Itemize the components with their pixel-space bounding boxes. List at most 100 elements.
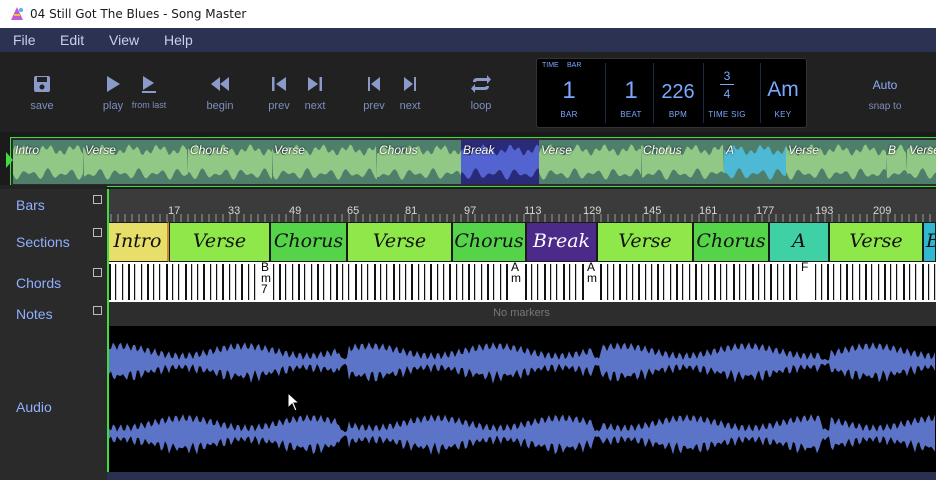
- chord-beat-line: [833, 264, 835, 300]
- overview-section-name: Verse: [541, 143, 572, 157]
- save-button[interactable]: save: [22, 52, 62, 132]
- timesig-top: 3: [723, 69, 731, 83]
- prev-marker-button[interactable]: prev: [357, 52, 391, 132]
- loop-icon: [471, 75, 491, 93]
- section-block[interactable]: Chorus: [693, 222, 769, 262]
- section-block[interactable]: Intro: [107, 222, 169, 262]
- sections-track[interactable]: Intro Verse Chorus Verse Chorus Break Verse Cho…: [107, 222, 936, 262]
- menu-file[interactable]: File: [13, 32, 36, 48]
- overview-section[interactable]: Chorus: [641, 140, 725, 184]
- sections-toggle-checkbox[interactable]: [93, 228, 102, 237]
- chord-beat-line: [367, 264, 369, 300]
- horizontal-scrollbar[interactable]: [107, 472, 936, 480]
- bar-ruler[interactable]: 17 33 49 65 81 97 113 129 145 161 177 193 209: [107, 189, 936, 222]
- chord-label[interactable]: Am: [587, 261, 597, 284]
- chord-beat-line: [336, 264, 338, 300]
- chords-track[interactable]: Bm7 Am Am F: [107, 261, 936, 302]
- chord-beat-line: [663, 264, 665, 300]
- chord-beat-line: [878, 264, 880, 300]
- chord-beat-line: [248, 264, 250, 300]
- audio-track-label[interactable]: Audio: [0, 326, 107, 480]
- chord-beat-line: [770, 264, 772, 300]
- overview-section[interactable]: Intro: [13, 140, 84, 184]
- section-block[interactable]: Chorus: [452, 222, 526, 262]
- chord-beat-line: [443, 264, 445, 300]
- play-button[interactable]: play: [95, 52, 131, 132]
- overview-section[interactable]: Break: [461, 140, 540, 184]
- overview-section[interactable]: Chorus: [188, 140, 273, 184]
- chord-beat-line: [474, 264, 476, 300]
- notes-track[interactable]: No markers: [107, 302, 936, 326]
- snap-to-button[interactable]: Auto snap to: [860, 52, 910, 132]
- section-name: Intro: [113, 230, 162, 252]
- overview-section[interactable]: Verse: [786, 140, 887, 184]
- prev-bar-button[interactable]: prev: [262, 52, 296, 132]
- next-label: next: [304, 100, 326, 112]
- next-marker-icon: [404, 77, 416, 91]
- chord-beat-line: [166, 264, 168, 300]
- sections-track-label[interactable]: Sections: [0, 222, 107, 263]
- chord-beat-line: [203, 264, 205, 300]
- chord-beat-line: [449, 264, 451, 300]
- chord-beat-line: [153, 264, 155, 300]
- chord-beat-line: [109, 264, 111, 300]
- overview-start-marker-icon: [6, 152, 13, 168]
- section-block[interactable]: Chorus: [270, 222, 347, 262]
- chord-beat-line: [380, 264, 382, 300]
- bars-track-label[interactable]: Bars: [0, 189, 107, 223]
- chords-label: Chords: [16, 275, 62, 291]
- chord-label[interactable]: Bm7: [261, 261, 271, 295]
- next-bar-button[interactable]: next: [298, 52, 332, 132]
- play-from-last-button[interactable]: from last: [128, 52, 170, 132]
- menu-view[interactable]: View: [109, 32, 139, 48]
- bpm-display[interactable]: 226 BPM: [655, 59, 701, 127]
- chord-beat-line: [418, 264, 420, 300]
- chord-beat-line: [273, 264, 275, 300]
- song-overview[interactable]: Intro Verse Chorus Verse Chorus Break Verse Cho…: [6, 137, 936, 187]
- ruler-bar-number: 17: [168, 205, 181, 217]
- section-block[interactable]: Verse: [597, 222, 693, 262]
- section-name: Chorus: [273, 230, 344, 252]
- section-block[interactable]: Verse: [829, 222, 923, 262]
- section-block[interactable]: B: [923, 222, 936, 262]
- key-value: Am: [767, 78, 799, 101]
- beat-display: 1 BEAT: [609, 59, 653, 127]
- chord-beat-line: [789, 264, 791, 300]
- app-logo-icon: [8, 5, 26, 26]
- window-title: 04 Still Got The Blues - Song Master: [30, 7, 247, 21]
- chord-beat-line: [147, 264, 149, 300]
- overview-section[interactable]: Verse: [83, 140, 189, 184]
- chord-label[interactable]: Am: [511, 261, 521, 284]
- playhead[interactable]: [107, 189, 109, 472]
- next-marker-label: next: [399, 100, 421, 112]
- overview-section[interactable]: Verse: [907, 140, 936, 184]
- overview-section[interactable]: Verse: [272, 140, 378, 184]
- chord-beat-line: [777, 264, 779, 300]
- audio-waveform-track[interactable]: [107, 326, 936, 472]
- overview-section[interactable]: Verse: [539, 140, 642, 184]
- loop-button[interactable]: loop: [463, 52, 499, 132]
- bars-toggle-checkbox[interactable]: [93, 195, 102, 204]
- section-block[interactable]: Verse: [347, 222, 452, 262]
- notes-toggle-checkbox[interactable]: [93, 306, 102, 315]
- track-labels-panel: Bars Sections Chords Notes Audio: [0, 185, 107, 480]
- section-name: B: [926, 230, 935, 252]
- section-block[interactable]: A: [769, 222, 829, 262]
- section-block[interactable]: Break: [526, 222, 597, 262]
- bpm-label: BPM: [668, 110, 688, 119]
- begin-button[interactable]: begin: [198, 52, 242, 132]
- chords-toggle-checkbox[interactable]: [93, 268, 102, 277]
- menu-help[interactable]: Help: [164, 32, 193, 48]
- notes-track-label[interactable]: Notes: [0, 302, 107, 327]
- key-display[interactable]: Am KEY: [761, 59, 805, 127]
- overview-section[interactable]: Chorus: [377, 140, 462, 184]
- chord-beat-line: [884, 264, 886, 300]
- menu-edit[interactable]: Edit: [60, 32, 84, 48]
- overview-section[interactable]: B: [886, 140, 908, 184]
- chords-track-label[interactable]: Chords: [0, 262, 107, 303]
- time-signature-display[interactable]: 3 4 TIME SIG: [705, 59, 749, 127]
- section-block[interactable]: Verse: [169, 222, 270, 262]
- next-marker-button[interactable]: next: [393, 52, 427, 132]
- overview-section[interactable]: A: [724, 140, 787, 184]
- chord-label[interactable]: F: [801, 261, 808, 273]
